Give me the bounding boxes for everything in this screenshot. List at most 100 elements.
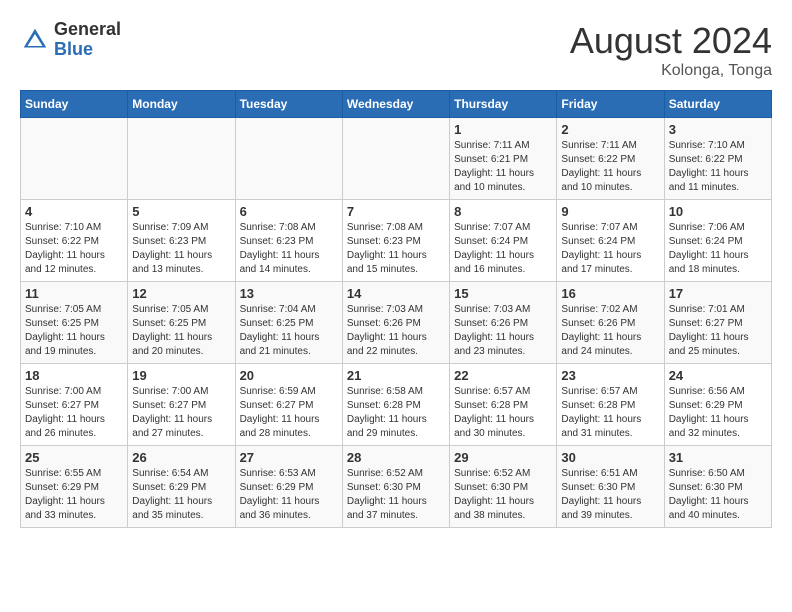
day-info: Sunrise: 7:10 AM Sunset: 6:22 PM Dayligh…: [669, 139, 767, 195]
day-number: 8: [454, 204, 552, 219]
calendar-cell: 21Sunrise: 6:58 AM Sunset: 6:28 PM Dayli…: [342, 364, 449, 446]
calendar-cell: 1Sunrise: 7:11 AM Sunset: 6:21 PM Daylig…: [450, 118, 557, 200]
calendar-cell: 13Sunrise: 7:04 AM Sunset: 6:25 PM Dayli…: [235, 282, 342, 364]
day-number: 26: [132, 450, 230, 465]
logo-blue-text: Blue: [54, 40, 121, 60]
day-number: 16: [561, 286, 659, 301]
day-info: Sunrise: 7:10 AM Sunset: 6:22 PM Dayligh…: [25, 221, 123, 277]
day-number: 15: [454, 286, 552, 301]
day-info: Sunrise: 6:57 AM Sunset: 6:28 PM Dayligh…: [454, 385, 552, 441]
header-friday: Friday: [557, 91, 664, 118]
day-info: Sunrise: 7:01 AM Sunset: 6:27 PM Dayligh…: [669, 303, 767, 359]
day-info: Sunrise: 6:59 AM Sunset: 6:27 PM Dayligh…: [240, 385, 338, 441]
calendar-header: SundayMondayTuesdayWednesdayThursdayFrid…: [21, 91, 772, 118]
day-info: Sunrise: 6:54 AM Sunset: 6:29 PM Dayligh…: [132, 467, 230, 523]
day-info: Sunrise: 7:07 AM Sunset: 6:24 PM Dayligh…: [454, 221, 552, 277]
header-saturday: Saturday: [664, 91, 771, 118]
day-number: 31: [669, 450, 767, 465]
calendar-cell: 2 Sunrise: 7:11 AM Sunset: 6:22 PM Daylig…: [557, 118, 664, 200]
calendar-cell: 29Sunrise: 6:52 AM Sunset: 6:30 PM Dayli…: [450, 446, 557, 528]
calendar-cell: 9 Sunrise: 7:07 AM Sunset: 6:24 PM Daylig…: [557, 200, 664, 282]
day-number: 28: [347, 450, 445, 465]
day-info: Sunrise: 7:09 AM Sunset: 6:23 PM Dayligh…: [132, 221, 230, 277]
day-number: 12: [132, 286, 230, 301]
day-number: 19: [132, 368, 230, 383]
day-number: 20: [240, 368, 338, 383]
header-wednesday: Wednesday: [342, 91, 449, 118]
header-tuesday: Tuesday: [235, 91, 342, 118]
day-info: Sunrise: 6:58 AM Sunset: 6:28 PM Dayligh…: [347, 385, 445, 441]
day-info: Sunrise: 7:00 AM Sunset: 6:27 PM Dayligh…: [132, 385, 230, 441]
header-thursday: Thursday: [450, 91, 557, 118]
calendar-cell: 14Sunrise: 7:03 AM Sunset: 6:26 PM Dayli…: [342, 282, 449, 364]
header-monday: Monday: [128, 91, 235, 118]
day-number: 23: [561, 368, 659, 383]
day-number: 9: [561, 204, 659, 219]
logo-general-text: General: [54, 20, 121, 40]
day-number: 25: [25, 450, 123, 465]
day-info: Sunrise: 6:52 AM Sunset: 6:30 PM Dayligh…: [454, 467, 552, 523]
calendar-cell: 7 Sunrise: 7:08 AM Sunset: 6:23 PM Daylig…: [342, 200, 449, 282]
day-info: Sunrise: 7:04 AM Sunset: 6:25 PM Dayligh…: [240, 303, 338, 359]
logo-icon: [20, 25, 50, 55]
week-row-2: 11 Sunrise: 7:05 AM Sunset: 6:25 PM Dayli…: [21, 282, 772, 364]
day-info: Sunrise: 7:08 AM Sunset: 6:23 PM Dayligh…: [240, 221, 338, 277]
day-info: Sunrise: 6:55 AM Sunset: 6:29 PM Dayligh…: [25, 467, 123, 523]
day-number: 7: [347, 204, 445, 219]
day-number: 24: [669, 368, 767, 383]
day-info: Sunrise: 6:53 AM Sunset: 6:29 PM Dayligh…: [240, 467, 338, 523]
calendar-cell: 16 Sunrise: 7:02 AM Sunset: 6:26 PM Dayli…: [557, 282, 664, 364]
day-info: Sunrise: 7:11 AM Sunset: 6:22 PM Dayligh…: [561, 139, 659, 195]
header-row: SundayMondayTuesdayWednesdayThursdayFrid…: [21, 91, 772, 118]
day-info: Sunrise: 7:02 AM Sunset: 6:26 PM Dayligh…: [561, 303, 659, 359]
day-info: Sunrise: 6:56 AM Sunset: 6:29 PM Dayligh…: [669, 385, 767, 441]
day-info: Sunrise: 7:05 AM Sunset: 6:25 PM Dayligh…: [132, 303, 230, 359]
calendar-cell: 8 Sunrise: 7:07 AM Sunset: 6:24 PM Daylig…: [450, 200, 557, 282]
day-number: 22: [454, 368, 552, 383]
day-number: 5: [132, 204, 230, 219]
day-number: 27: [240, 450, 338, 465]
calendar-cell: 4 Sunrise: 7:10 AM Sunset: 6:22 PM Daylig…: [21, 200, 128, 282]
calendar-cell: 27 Sunrise: 6:53 AM Sunset: 6:29 PM Dayli…: [235, 446, 342, 528]
page-header: General Blue August 2024 Kolonga, Tonga: [20, 20, 772, 80]
day-info: Sunrise: 7:03 AM Sunset: 6:26 PM Dayligh…: [347, 303, 445, 359]
day-info: Sunrise: 7:05 AM Sunset: 6:25 PM Dayligh…: [25, 303, 123, 359]
day-number: 10: [669, 204, 767, 219]
calendar-cell: 15 Sunrise: 7:03 AM Sunset: 6:26 PM Dayli…: [450, 282, 557, 364]
day-info: Sunrise: 6:50 AM Sunset: 6:30 PM Dayligh…: [669, 467, 767, 523]
page-subtitle: Kolonga, Tonga: [570, 62, 772, 80]
week-row-4: 25 Sunrise: 6:55 AM Sunset: 6:29 PM Dayli…: [21, 446, 772, 528]
calendar-cell: [21, 118, 128, 200]
header-sunday: Sunday: [21, 91, 128, 118]
day-info: Sunrise: 6:57 AM Sunset: 6:28 PM Dayligh…: [561, 385, 659, 441]
day-info: Sunrise: 7:08 AM Sunset: 6:23 PM Dayligh…: [347, 221, 445, 277]
calendar-cell: [342, 118, 449, 200]
week-row-0: 1Sunrise: 7:11 AM Sunset: 6:21 PM Daylig…: [21, 118, 772, 200]
day-info: Sunrise: 7:00 AM Sunset: 6:27 PM Dayligh…: [25, 385, 123, 441]
day-number: 11: [25, 286, 123, 301]
calendar-cell: [235, 118, 342, 200]
calendar-body: 1Sunrise: 7:11 AM Sunset: 6:21 PM Daylig…: [21, 118, 772, 528]
calendar-cell: 12 Sunrise: 7:05 AM Sunset: 6:25 PM Dayli…: [128, 282, 235, 364]
calendar-cell: 22 Sunrise: 6:57 AM Sunset: 6:28 PM Dayli…: [450, 364, 557, 446]
calendar-cell: 24 Sunrise: 6:56 AM Sunset: 6:29 PM Dayli…: [664, 364, 771, 446]
calendar-cell: 5 Sunrise: 7:09 AM Sunset: 6:23 PM Daylig…: [128, 200, 235, 282]
day-info: Sunrise: 6:51 AM Sunset: 6:30 PM Dayligh…: [561, 467, 659, 523]
day-number: 2: [561, 122, 659, 137]
calendar-cell: 20 Sunrise: 6:59 AM Sunset: 6:27 PM Dayli…: [235, 364, 342, 446]
week-row-3: 18Sunrise: 7:00 AM Sunset: 6:27 PM Dayli…: [21, 364, 772, 446]
calendar-cell: 30 Sunrise: 6:51 AM Sunset: 6:30 PM Dayli…: [557, 446, 664, 528]
day-info: Sunrise: 7:03 AM Sunset: 6:26 PM Dayligh…: [454, 303, 552, 359]
day-number: 30: [561, 450, 659, 465]
calendar-cell: 10Sunrise: 7:06 AM Sunset: 6:24 PM Dayli…: [664, 200, 771, 282]
calendar-cell: [128, 118, 235, 200]
day-info: Sunrise: 7:11 AM Sunset: 6:21 PM Dayligh…: [454, 139, 552, 195]
calendar-cell: 31 Sunrise: 6:50 AM Sunset: 6:30 PM Dayli…: [664, 446, 771, 528]
calendar-table: SundayMondayTuesdayWednesdayThursdayFrid…: [20, 90, 772, 528]
day-info: Sunrise: 7:07 AM Sunset: 6:24 PM Dayligh…: [561, 221, 659, 277]
calendar-cell: 11 Sunrise: 7:05 AM Sunset: 6:25 PM Dayli…: [21, 282, 128, 364]
day-number: 17: [669, 286, 767, 301]
day-number: 4: [25, 204, 123, 219]
day-number: 6: [240, 204, 338, 219]
title-block: August 2024 Kolonga, Tonga: [570, 20, 772, 80]
